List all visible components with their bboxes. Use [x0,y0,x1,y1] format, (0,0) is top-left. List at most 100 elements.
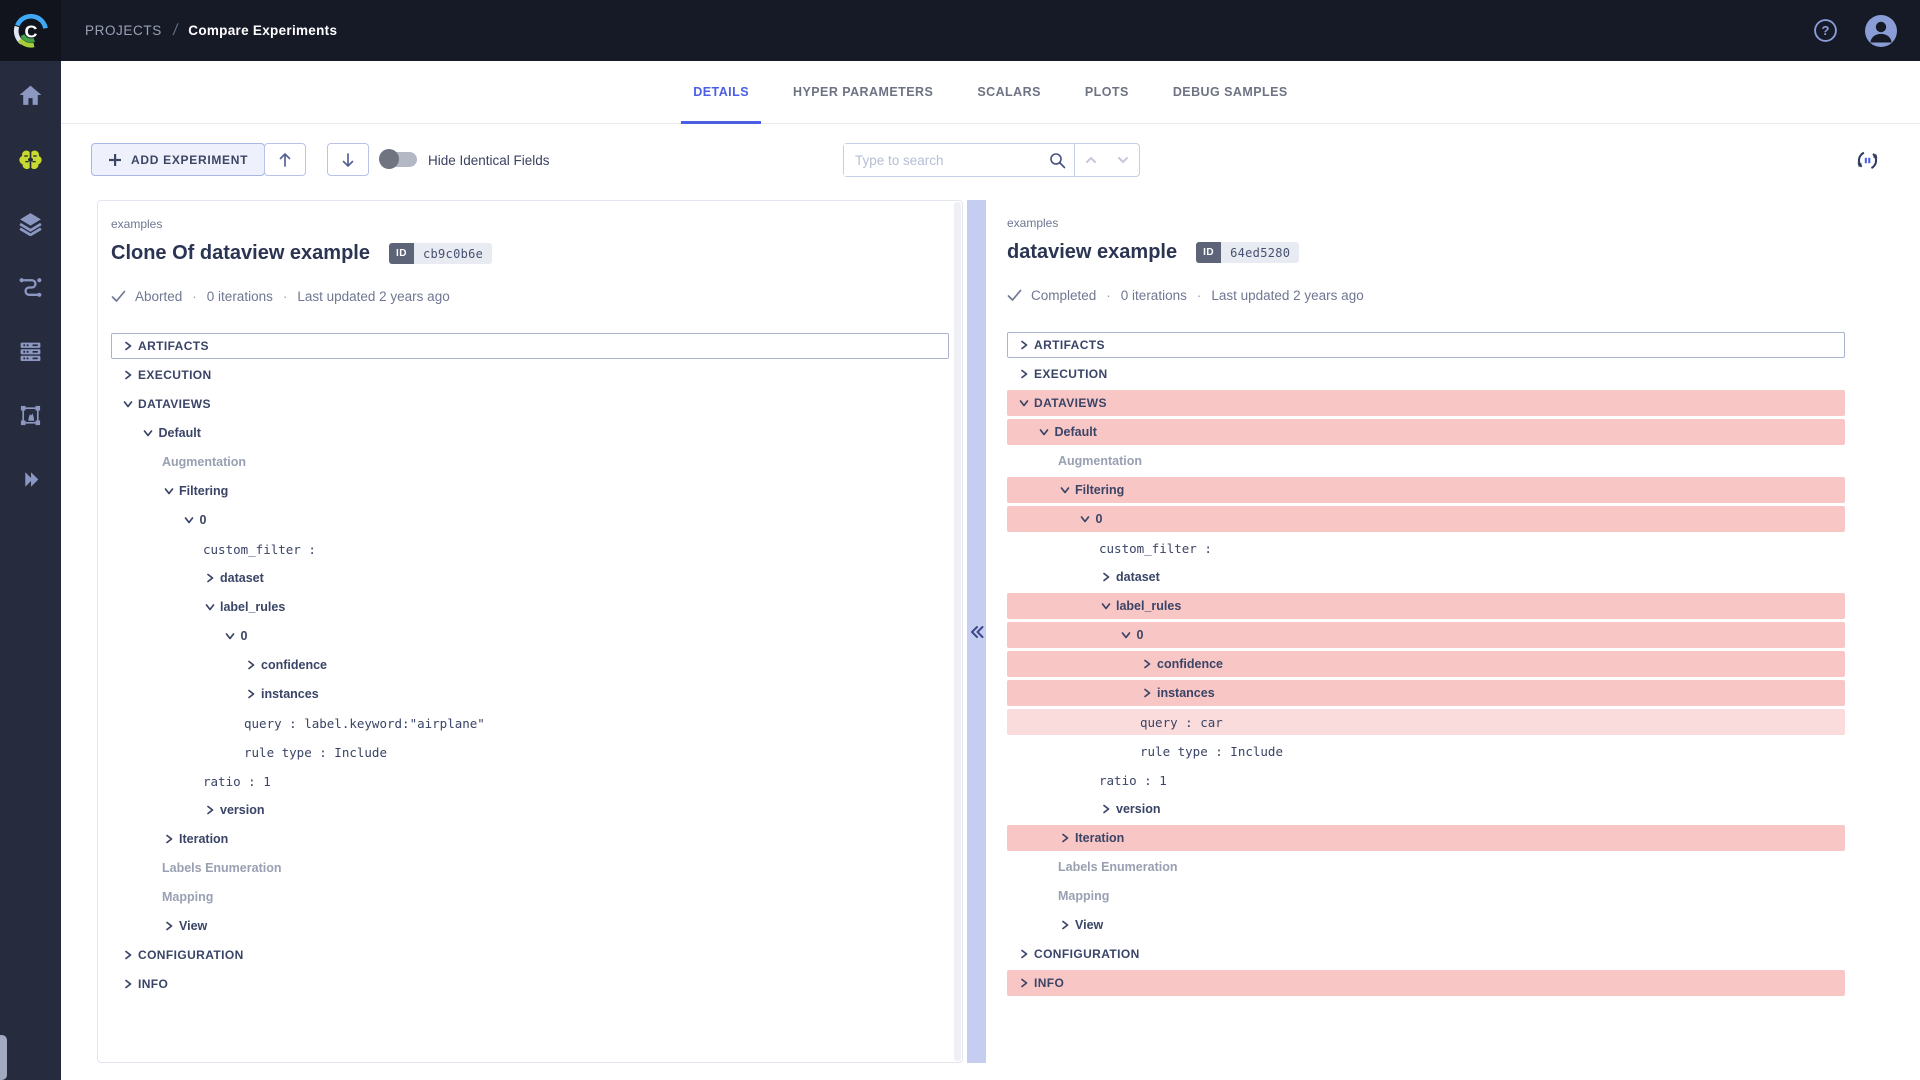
tree-row[interactable]: instances [1007,680,1845,706]
tree-row: query : car [1007,709,1845,735]
tree-row: Augmentation [1007,448,1845,474]
search-next-button[interactable] [1107,144,1139,176]
tree-row-label: DATAVIEWS [1034,396,1107,410]
annotation-frame-icon[interactable] [0,395,61,435]
project-name: examples [111,217,949,231]
tree-row[interactable]: Iteration [1007,825,1845,851]
expand-double-chevron-icon[interactable] [0,459,61,499]
tree-row-label: Augmentation [162,455,246,469]
sidebar-resize-notch[interactable] [0,1035,7,1080]
tree-row[interactable]: dataset [1007,564,1845,590]
chevron-down-icon [203,601,216,613]
tab-hyper-parameters[interactable]: HYPER PARAMETERS [793,61,933,123]
tree-row[interactable]: INFO [1007,970,1845,996]
experiment-id-badge[interactable]: ID cb9c0b6e [389,243,492,264]
tree-row[interactable]: Filtering [1007,477,1845,503]
breadcrumb-current: Compare Experiments [188,23,337,38]
chevron-right-icon [121,369,134,381]
avatar[interactable] [1864,14,1898,48]
tree-row[interactable]: CONFIGURATION [1007,941,1845,967]
experiment-id-badge[interactable]: ID 64ed5280 [1196,242,1299,263]
tree-row[interactable]: Default [1007,419,1845,445]
hide-identical-toggle[interactable] [381,152,417,167]
tree-row[interactable]: 0 [111,507,949,533]
tree-row[interactable]: Iteration [111,826,949,852]
chevron-right-icon [244,688,257,700]
tree-row[interactable]: DATAVIEWS [111,391,949,417]
tree-row[interactable]: EXECUTION [1007,361,1845,387]
home-icon[interactable] [0,75,61,115]
tree-row: ratio : 1 [1007,767,1845,793]
tree-row-label: ratio : 1 [1099,773,1167,788]
move-up-button[interactable] [264,143,306,176]
tree-row[interactable]: 0 [111,623,949,649]
auto-refresh-icon[interactable] [1854,147,1880,173]
top-bar: C PROJECTS / Compare Experiments ? [0,0,1920,61]
tree-row-label: custom_filter : [203,542,316,557]
tree-row-label: 0 [1096,512,1103,526]
datasets-layers-icon[interactable] [0,203,61,243]
clearml-logo[interactable]: C [0,0,61,61]
breadcrumb-projects[interactable]: PROJECTS [85,23,162,38]
tree-row[interactable]: ARTIFACTS [1007,332,1845,358]
tree-row[interactable]: 0 [1007,622,1845,648]
tree-row[interactable]: dataset [111,565,949,591]
tree-row: Mapping [1007,883,1845,909]
tab-debug-samples[interactable]: DEBUG SAMPLES [1173,61,1288,123]
chevron-right-icon [1017,948,1030,960]
tree-row-label: ARTIFACTS [138,339,209,353]
tree-row[interactable]: ARTIFACTS [111,333,949,359]
chevron-right-icon [1058,832,1071,844]
tree-row[interactable]: Default [111,420,949,446]
tree-row[interactable]: version [1007,796,1845,822]
tree-row[interactable]: instances [111,681,949,707]
tree-row-label: EXECUTION [138,368,212,382]
chevron-right-icon [1058,919,1071,931]
workers-queues-icon[interactable] [0,331,61,371]
panel-collapse-handle[interactable] [967,200,986,1063]
tree-row[interactable]: confidence [1007,651,1845,677]
tree-row[interactable]: EXECUTION [111,362,949,388]
tree-row[interactable]: label_rules [111,594,949,620]
help-icon[interactable]: ? [1813,18,1838,43]
search-prev-button[interactable] [1075,144,1107,176]
panel-scrollbar[interactable] [954,202,961,1061]
tab-scalars[interactable]: SCALARS [977,61,1041,123]
tree-row-label: CONFIGURATION [138,948,244,962]
tree-row-label: Default [159,426,201,440]
tree-row: Labels Enumeration [1007,854,1845,880]
chevron-down-icon [142,427,155,439]
add-experiment-button[interactable]: ADD EXPERIMENT [91,143,265,176]
tree-row-label: View [1075,918,1103,932]
search-input[interactable] [844,144,1040,176]
tree-row[interactable]: Filtering [111,478,949,504]
tree-row[interactable]: 0 [1007,506,1845,532]
tab-details[interactable]: DETAILS [693,61,749,123]
chevron-down-icon [1120,629,1133,641]
tree-row-label: Augmentation [1058,454,1142,468]
experiment-panel-right: examples dataview example ID 64ed5280 Co… [1007,200,1845,1063]
tree-row: Mapping [111,884,949,910]
tree-row-label: View [179,919,207,933]
tree-row: Labels Enumeration [111,855,949,881]
tree-row[interactable]: DATAVIEWS [1007,390,1845,416]
projects-brain-icon[interactable] [0,139,61,179]
tree-row[interactable]: View [1007,912,1845,938]
tree-row[interactable]: View [111,913,949,939]
tree-row[interactable]: INFO [111,971,949,997]
tree-row[interactable]: CONFIGURATION [111,942,949,968]
tree-row[interactable]: confidence [111,652,949,678]
move-down-button[interactable] [327,143,369,176]
arrow-up-icon [277,152,293,168]
tree-row[interactable]: label_rules [1007,593,1845,619]
chevron-right-icon [121,978,134,990]
id-label: ID [1196,242,1221,263]
tree-row[interactable]: version [111,797,949,823]
chevron-right-icon [1140,687,1153,699]
tree-row-label: Filtering [179,484,228,498]
dot-separator: · [1106,288,1111,303]
pipelines-icon[interactable] [0,267,61,307]
tab-plots[interactable]: PLOTS [1085,61,1129,123]
search-icon [1040,152,1074,169]
chevron-right-icon [203,572,216,584]
